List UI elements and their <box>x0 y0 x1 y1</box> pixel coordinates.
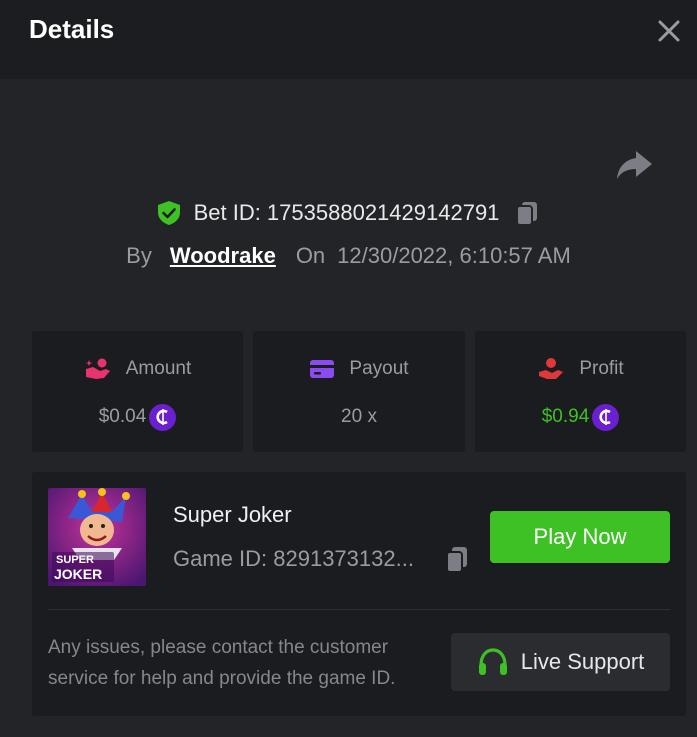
bet-id: Bet ID: 1753588021429142791 <box>193 200 500 225</box>
bet-meta-row: By Woodrake On 12/30/2022, 6:10:57 AM <box>0 240 697 272</box>
payout-label: Payout <box>349 358 409 379</box>
live-support-button[interactable]: Live Support <box>451 633 670 691</box>
game-card: SUPER JOKER Super Joker Game ID: 8291373… <box>32 472 686 716</box>
profit-card: Profit $0.94 <box>475 331 686 452</box>
close-icon <box>658 20 680 42</box>
details-header: Details <box>0 0 697 79</box>
amount-label: Amount <box>125 358 192 379</box>
live-support-label: Live Support <box>520 649 645 674</box>
play-now-button[interactable]: Play Now <box>490 511 670 563</box>
bet-datetime: 12/30/2022, 6:10:57 AM <box>337 243 571 268</box>
payout-value: 20 x <box>341 406 377 427</box>
amount-card: Amount $0.04 <box>32 331 243 452</box>
help-text: Any issues, please contact the customer … <box>48 637 396 689</box>
copy-icon[interactable] <box>443 544 471 574</box>
share-button[interactable] <box>614 147 654 183</box>
hand-user-icon <box>539 358 564 379</box>
by-label: By <box>126 243 152 268</box>
coins-hand-icon <box>85 358 110 379</box>
divider <box>48 609 670 610</box>
game-id: Game ID: 8291373132... <box>173 546 414 571</box>
game-name: Super Joker <box>173 502 292 527</box>
page-title: Details <box>29 14 115 44</box>
card-icon <box>310 360 335 378</box>
share-icon <box>617 151 652 179</box>
close-button[interactable] <box>652 14 686 48</box>
copy-icon[interactable] <box>513 199 541 227</box>
amount-value: $0.04 <box>98 406 147 427</box>
headset-icon <box>478 648 507 675</box>
thumb-title-2: JOKER <box>54 566 103 582</box>
payout-card: Payout 20 x <box>253 331 465 452</box>
game-thumbnail[interactable]: SUPER JOKER <box>48 488 146 586</box>
user-link[interactable]: Woodrake <box>170 243 276 269</box>
on-label: On <box>295 243 326 268</box>
profit-label: Profit <box>579 358 624 379</box>
coin-icon <box>592 403 620 431</box>
thumb-title-1: SUPER <box>56 554 94 566</box>
shield-check-icon <box>157 201 180 225</box>
bet-id-row: Bet ID: 1753588021429142791 <box>0 195 697 231</box>
profit-value: $0.94 <box>541 406 590 427</box>
coin-icon <box>149 403 177 431</box>
